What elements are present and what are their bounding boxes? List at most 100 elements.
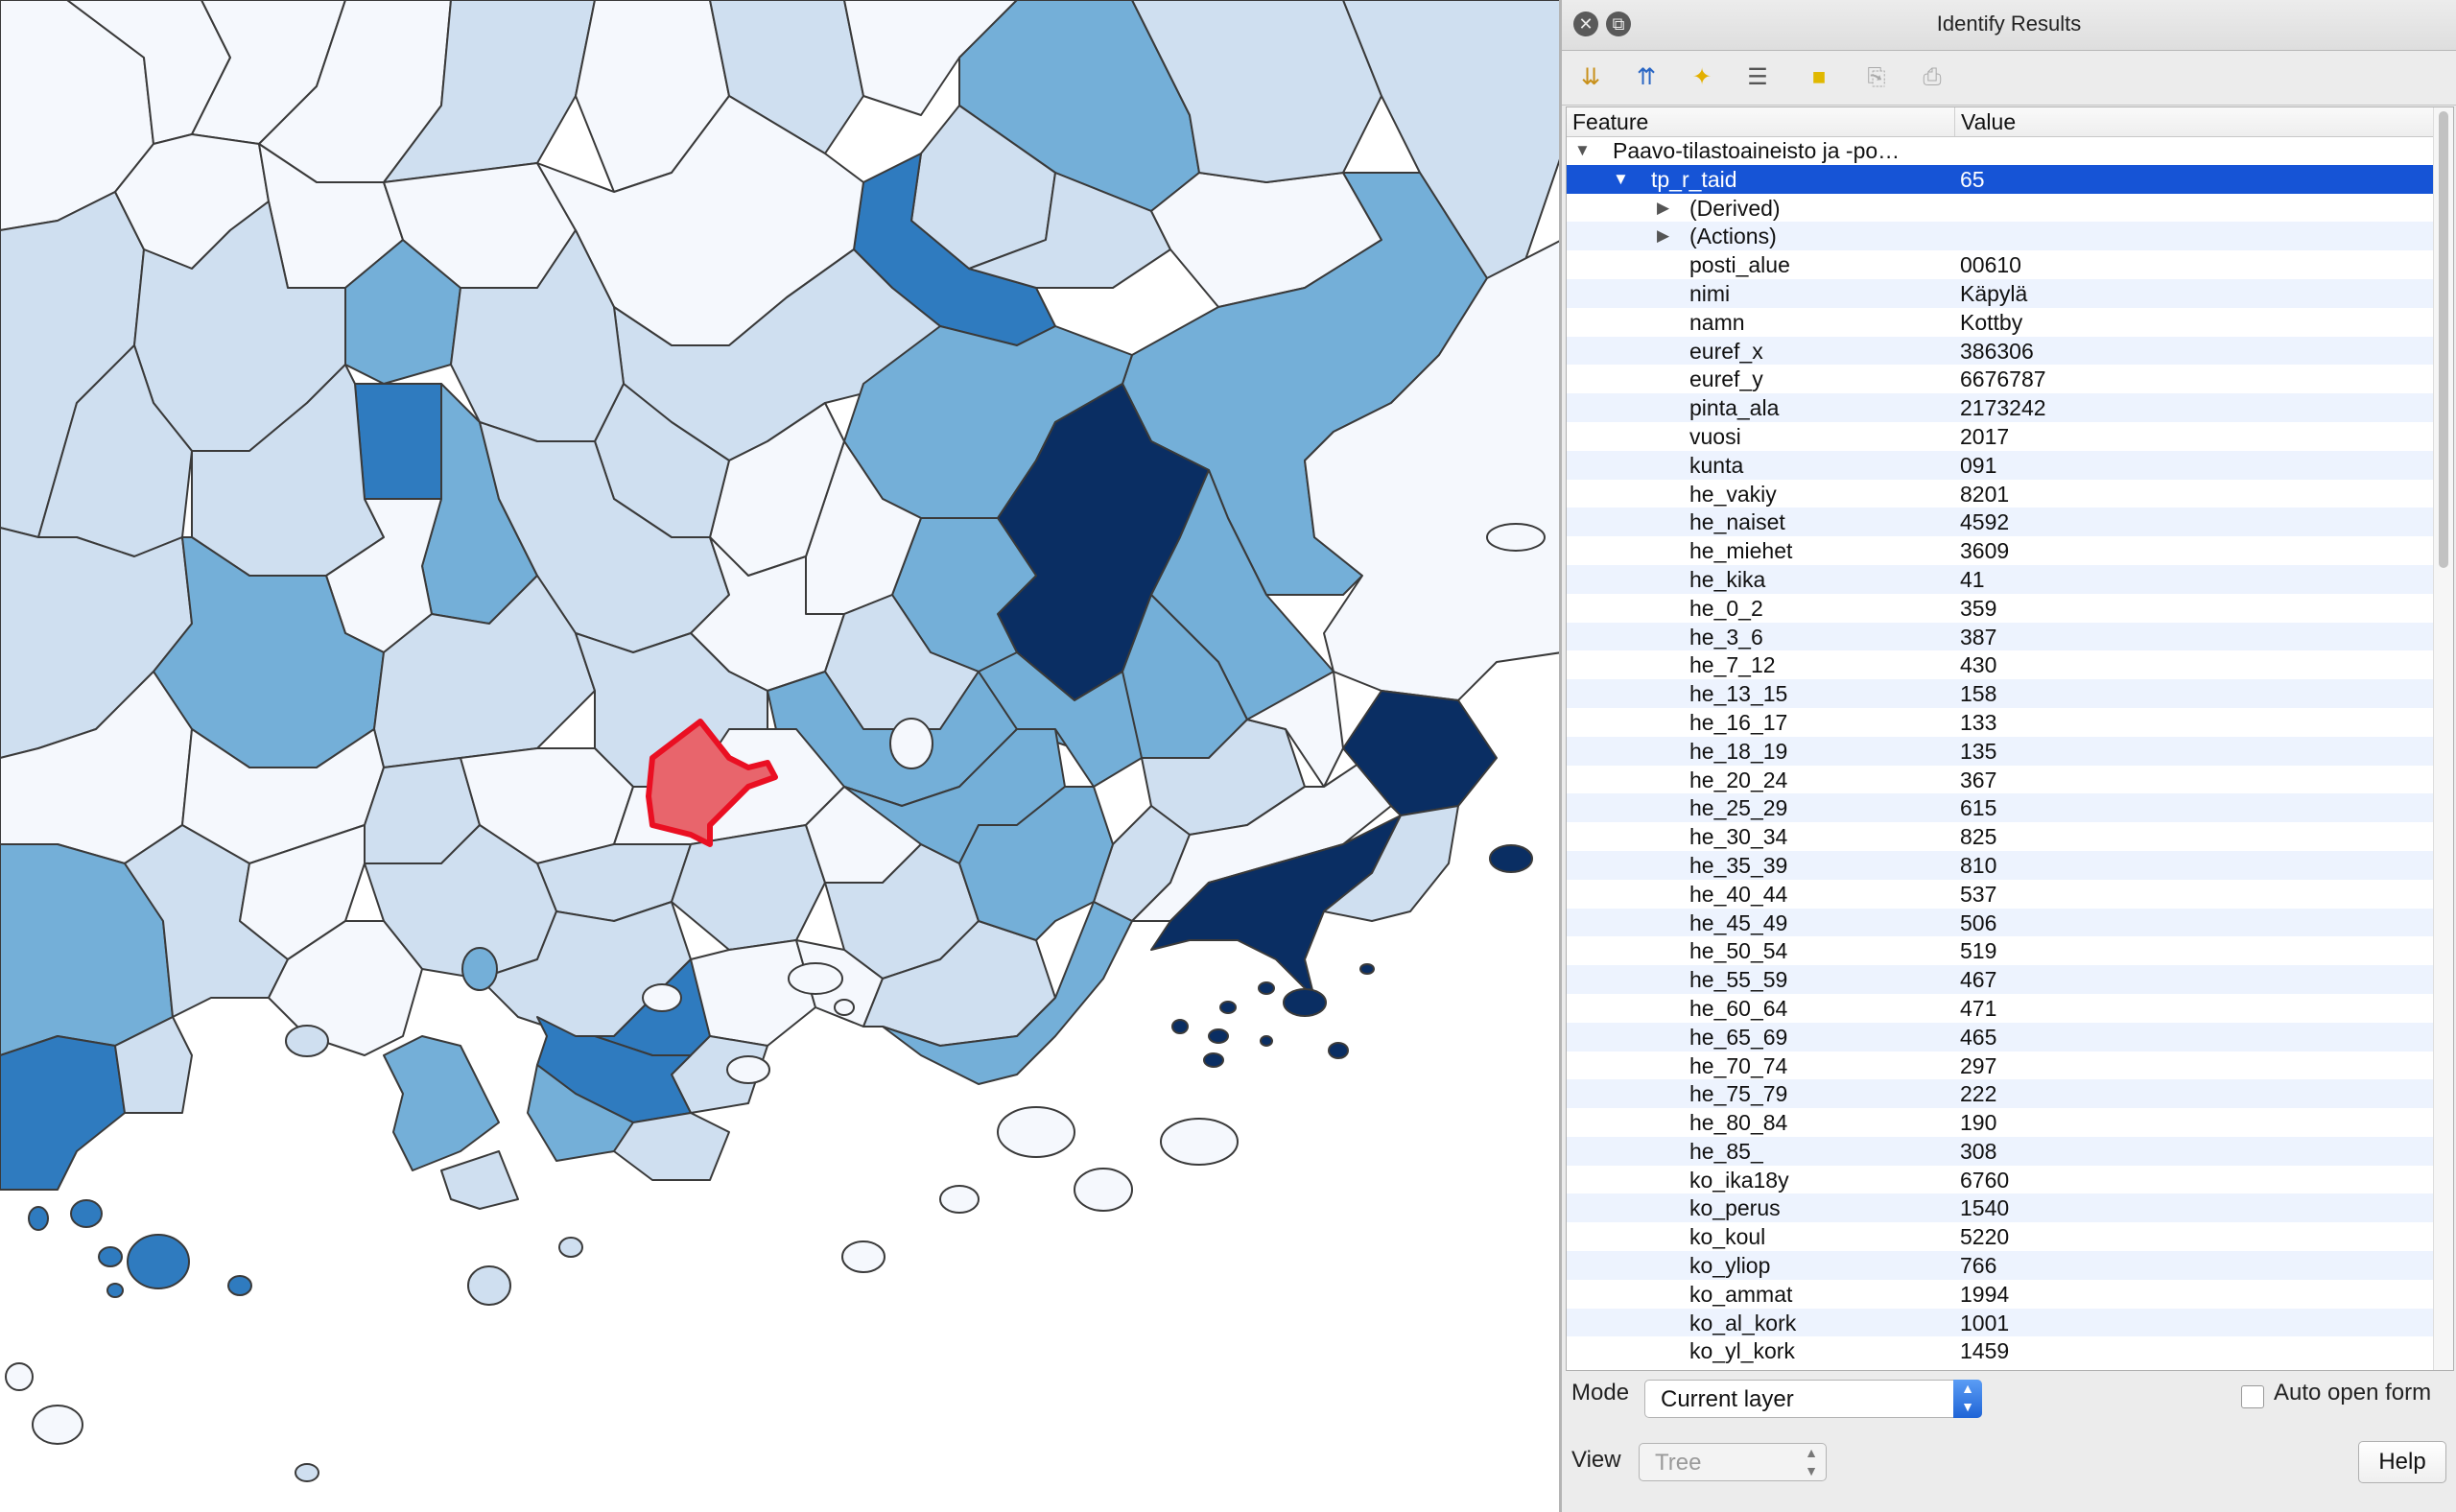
map-island[interactable] (295, 1463, 319, 1482)
attribute-row[interactable]: he_40_44 537 (1567, 880, 2434, 909)
map-island[interactable] (70, 1199, 103, 1228)
map-island[interactable] (1260, 1035, 1273, 1047)
map-island[interactable] (1171, 1019, 1189, 1034)
results-tree[interactable]: Feature Value ▼ Paavo-tilastoaineisto ja… (1566, 106, 2454, 1371)
attribute-row[interactable]: he_50_54 519 (1567, 936, 2434, 965)
attribute-row[interactable]: he_20_24 367 (1567, 766, 2434, 794)
expand-tree-icon[interactable]: ⇊ (1575, 62, 1606, 93)
attribute-row[interactable]: he_45_49 506 (1567, 908, 2434, 937)
map-island[interactable] (558, 1237, 583, 1258)
attribute-row[interactable]: he_65_69 465 (1567, 1022, 2434, 1051)
map-island[interactable] (1219, 1001, 1237, 1014)
map-island[interactable] (32, 1405, 83, 1445)
print-icon[interactable]: ⎙ (1917, 62, 1948, 93)
attribute-row[interactable]: ko_ammat 1994 (1567, 1280, 2434, 1309)
map-island[interactable] (1160, 1118, 1239, 1166)
map-region[interactable] (671, 824, 826, 951)
open-form-icon[interactable]: ☰ (1742, 62, 1773, 93)
feature-column-header[interactable]: Feature (1567, 107, 1958, 136)
vertical-scrollbar[interactable] (2433, 107, 2453, 1370)
attribute-row[interactable]: ko_al_kork 1001 (1567, 1308, 2434, 1337)
layer-row[interactable]: ▼ Paavo-tilastoaineisto ja -po… (1567, 136, 2434, 165)
view-select[interactable]: Tree ▲ ▼ (1639, 1443, 1827, 1481)
attribute-row[interactable]: euref_x 386306 (1567, 336, 2434, 366)
attribute-row[interactable]: he_30_34 825 (1567, 822, 2434, 851)
collapse-arrow-icon[interactable]: ▼ (1574, 136, 1591, 165)
attribute-row[interactable]: he_70_74 297 (1567, 1051, 2434, 1080)
value-column-header[interactable]: Value (1954, 107, 2441, 136)
expand-arrow-icon[interactable]: ▶ (1657, 222, 1669, 250)
attribute-row[interactable]: vuosi 2017 (1567, 422, 2434, 451)
attribute-row[interactable]: he_35_39 810 (1567, 850, 2434, 880)
map-island[interactable] (285, 1025, 329, 1057)
collapse-tree-icon[interactable]: ⇈ (1631, 62, 1662, 93)
attribute-row[interactable]: ko_yl_kork 1459 (1567, 1336, 2434, 1365)
map-island[interactable] (889, 718, 933, 769)
attribute-row[interactable]: he_18_19 135 (1567, 736, 2434, 766)
map-island[interactable] (1489, 844, 1533, 873)
actions-row[interactable]: ▶ (Actions) (1567, 222, 2434, 251)
map-island[interactable] (106, 1283, 124, 1298)
collapse-arrow-icon[interactable]: ▼ (1613, 165, 1629, 194)
attribute-row[interactable]: nimi Käpylä (1567, 278, 2434, 308)
clear-results-icon[interactable]: ■ (1804, 62, 1834, 93)
attribute-row[interactable]: he_75_79 222 (1567, 1079, 2434, 1109)
choropleth-map[interactable] (0, 0, 1562, 1512)
mode-select[interactable]: Current layer ▲ ▼ (1644, 1380, 1982, 1418)
map-island[interactable] (1074, 1168, 1133, 1212)
attribute-row[interactable]: he_60_64 471 (1567, 994, 2434, 1023)
attribute-row[interactable]: namn Kottby (1567, 308, 2434, 337)
map-island[interactable] (227, 1275, 252, 1296)
map-island[interactable] (127, 1234, 190, 1289)
attribute-row[interactable]: he_85_ 308 (1567, 1136, 2434, 1166)
map-island[interactable] (841, 1240, 886, 1273)
map-island[interactable] (1486, 523, 1546, 552)
map-island[interactable] (788, 962, 843, 995)
attribute-row[interactable]: euref_y 6676787 (1567, 365, 2434, 393)
map-region[interactable] (0, 1035, 126, 1191)
attribute-row[interactable]: he_80_84 190 (1567, 1108, 2434, 1137)
map-island[interactable] (726, 1055, 770, 1084)
attribute-row[interactable]: ko_koul 5220 (1567, 1222, 2434, 1251)
attribute-row[interactable]: he_13_15 158 (1567, 679, 2434, 708)
map-island[interactable] (1359, 963, 1375, 975)
attribute-row[interactable]: kunta 091 (1567, 450, 2434, 480)
attribute-row[interactable]: he_naiset 4592 (1567, 508, 2434, 537)
map-island[interactable] (1208, 1028, 1229, 1044)
attribute-row[interactable]: he_55_59 467 (1567, 965, 2434, 994)
map-island[interactable] (642, 983, 682, 1012)
attribute-row[interactable]: he_vakiy 8201 (1567, 480, 2434, 508)
map-region[interactable] (440, 1150, 519, 1210)
derived-row[interactable]: ▶ (Derived) (1567, 194, 2434, 223)
map-region[interactable] (383, 1035, 500, 1171)
attribute-row[interactable]: he_0_2 359 (1567, 594, 2434, 623)
map-island[interactable] (28, 1206, 49, 1231)
map-island[interactable] (834, 999, 855, 1016)
attribute-row[interactable]: he_3_6 387 (1567, 622, 2434, 651)
feature-row[interactable]: ▼ tp_r_taid 65 (1567, 164, 2434, 194)
map-region[interactable] (354, 383, 442, 500)
expand-new-results-icon[interactable]: ✦ (1687, 62, 1717, 93)
map-island[interactable] (467, 1265, 511, 1306)
attribute-row[interactable]: pinta_ala 2173242 (1567, 393, 2434, 422)
expand-arrow-icon[interactable]: ▶ (1657, 194, 1669, 223)
map-island[interactable] (5, 1362, 34, 1391)
map-island[interactable] (997, 1106, 1075, 1158)
attribute-row[interactable]: posti_alue 00610 (1567, 250, 2434, 279)
attribute-row[interactable]: he_miehet 3609 (1567, 536, 2434, 565)
attribute-row[interactable]: ko_yliop 766 (1567, 1251, 2434, 1280)
map-island[interactable] (461, 947, 498, 991)
auto-open-form-checkbox[interactable] (2241, 1385, 2264, 1408)
attribute-row[interactable]: ko_ika18y 6760 (1567, 1166, 2434, 1194)
map-island[interactable] (98, 1246, 123, 1267)
map-island[interactable] (939, 1185, 980, 1214)
map-island[interactable] (1328, 1042, 1349, 1059)
map-island[interactable] (1203, 1052, 1224, 1068)
attribute-row[interactable]: he_16_17 133 (1567, 708, 2434, 737)
attribute-row[interactable]: he_7_12 430 (1567, 650, 2434, 679)
copy-feature-icon[interactable]: ⎘ (1861, 62, 1892, 93)
attribute-row[interactable]: he_25_29 615 (1567, 793, 2434, 823)
attribute-row[interactable]: he_kika 41 (1567, 564, 2434, 594)
map-island[interactable] (1258, 981, 1275, 995)
map-canvas[interactable] (0, 0, 1562, 1512)
